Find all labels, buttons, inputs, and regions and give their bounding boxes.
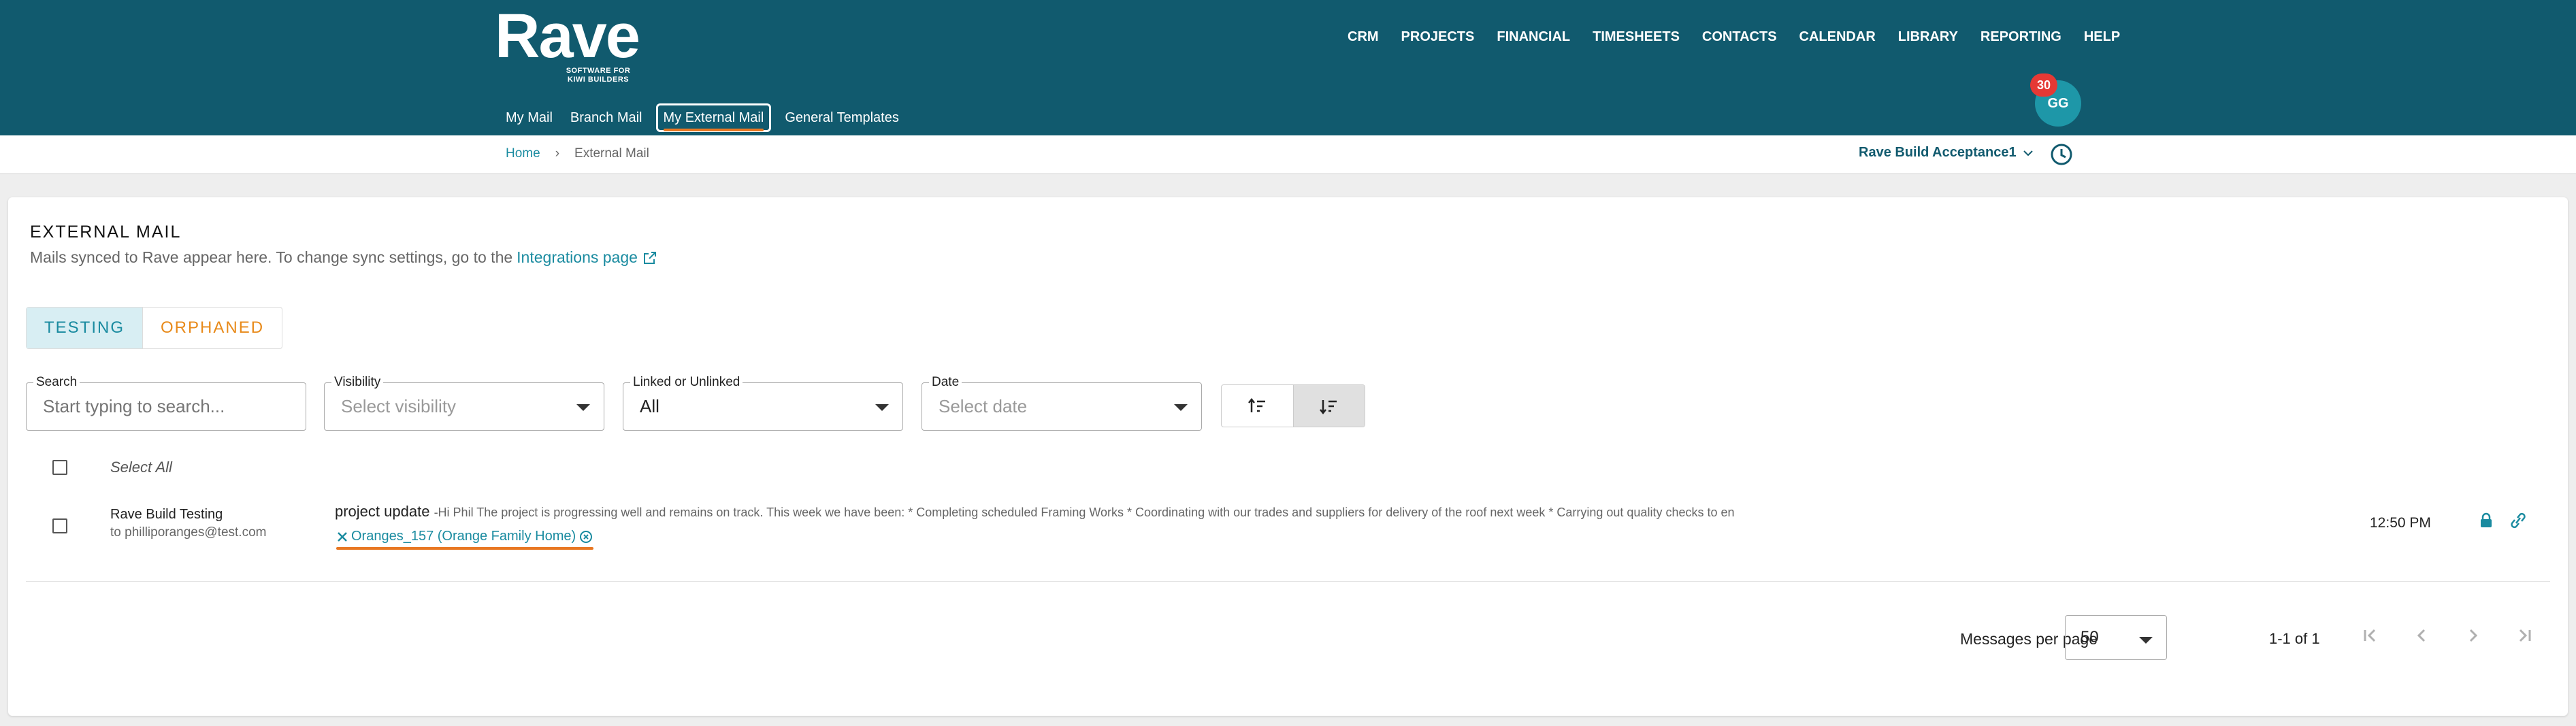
next-page-icon[interactable] bbox=[2462, 625, 2484, 646]
page-subtitle: Mails synced to Rave appear here. To cha… bbox=[30, 248, 658, 267]
mailbox-tabs: TESTING ORPHANED bbox=[26, 307, 283, 349]
logo-tagline-2: KIWI BUILDERS bbox=[567, 76, 630, 84]
notification-badge[interactable]: 30 bbox=[2030, 73, 2057, 97]
mail-subject-line[interactable]: project update -Hi Phil The project is p… bbox=[335, 503, 1735, 521]
mail-sender: Rave Build Testing bbox=[110, 507, 223, 522]
search-field: Search bbox=[26, 375, 306, 431]
tab-my-external-mail[interactable]: My External Mail bbox=[655, 103, 772, 132]
caret-down-icon bbox=[576, 404, 590, 411]
external-link-icon[interactable] bbox=[642, 250, 658, 266]
breadcrumb-bar: Home › External Mail Rave Build Acceptan… bbox=[0, 135, 2576, 174]
unlink-icon[interactable] bbox=[578, 529, 593, 544]
search-input[interactable] bbox=[43, 396, 266, 417]
nav-calendar[interactable]: CALENDAR bbox=[1799, 27, 1876, 46]
tab-general-templates[interactable]: General Templates bbox=[785, 108, 899, 127]
caret-down-icon bbox=[1174, 404, 1188, 411]
select-all-label: Select All bbox=[110, 459, 172, 476]
messages-per-page-select[interactable]: 50 bbox=[2065, 615, 2167, 660]
top-header: Rave SOFTWARE FOR KIWI BUILDERS CRM PROJ… bbox=[0, 0, 2576, 135]
chevron-right-icon: › bbox=[555, 146, 560, 161]
messages-per-page-value: 50 bbox=[2081, 628, 2099, 646]
first-page-icon[interactable] bbox=[2359, 625, 2381, 646]
logo-tagline: SOFTWARE FOR KIWI BUILDERS bbox=[564, 67, 632, 84]
mail-recipient: to philliporanges@test.com bbox=[110, 525, 267, 540]
nav-contacts[interactable]: CONTACTS bbox=[1702, 27, 1777, 46]
caret-down-icon bbox=[2139, 637, 2153, 644]
sort-toggle bbox=[1221, 384, 1365, 427]
sort-ascending-icon bbox=[1248, 397, 1265, 412]
nav-library[interactable]: LIBRARY bbox=[1898, 27, 1958, 46]
visibility-value: Select visibility bbox=[341, 396, 457, 416]
sort-ascending-button[interactable] bbox=[1222, 385, 1293, 427]
logo-wordmark: Rave bbox=[495, 1, 640, 71]
chevron-down-icon bbox=[2023, 150, 2033, 156]
subtitle-text: Mails synced to Rave appear here. To cha… bbox=[30, 248, 513, 266]
linked-value: All bbox=[640, 396, 659, 416]
sort-descending-icon bbox=[1320, 399, 1337, 414]
linked-select[interactable]: Linked or Unlinked All bbox=[623, 375, 903, 431]
last-page-icon[interactable] bbox=[2514, 625, 2536, 646]
date-label: Date bbox=[929, 375, 962, 390]
company-name: Rave Build Acceptance1 bbox=[1859, 145, 2017, 160]
tab-branch-mail[interactable]: Branch Mail bbox=[570, 108, 642, 127]
breadcrumb-current: External Mail bbox=[574, 146, 649, 161]
date-value: Select date bbox=[939, 396, 1028, 416]
mail-subject: project update bbox=[335, 503, 430, 520]
link-icon[interactable] bbox=[2508, 512, 2528, 529]
caret-down-icon bbox=[875, 404, 889, 411]
tab-orphaned[interactable]: ORPHANED bbox=[142, 308, 282, 348]
breadcrumb: Home › External Mail bbox=[506, 146, 649, 161]
sort-descending-button[interactable] bbox=[1293, 385, 1365, 427]
nav-crm[interactable]: CRM bbox=[1348, 27, 1379, 46]
tab-testing[interactable]: TESTING bbox=[27, 308, 143, 348]
page-title: EXTERNAL MAIL bbox=[30, 222, 182, 242]
select-all-checkbox[interactable] bbox=[52, 460, 67, 475]
nav-reporting[interactable]: REPORTING bbox=[1980, 27, 2061, 46]
tools-icon bbox=[338, 531, 347, 542]
company-selector[interactable]: Rave Build Acceptance1 bbox=[1859, 145, 2033, 161]
rave-logo[interactable]: Rave SOFTWARE FOR KIWI BUILDERS bbox=[495, 1, 640, 84]
linked-project-name: Oranges_157 (Orange Family Home) bbox=[351, 529, 576, 544]
breadcrumb-home[interactable]: Home bbox=[506, 146, 540, 161]
mail-time: 12:50 PM bbox=[2370, 515, 2431, 531]
logo-tagline-1: SOFTWARE FOR bbox=[566, 67, 631, 75]
nav-timesheets[interactable]: TIMESHEETS bbox=[1593, 27, 1680, 46]
previous-page-icon[interactable] bbox=[2411, 625, 2432, 646]
linked-project-chip[interactable]: Oranges_157 (Orange Family Home) bbox=[336, 529, 594, 550]
external-mail-card: EXTERNAL MAIL Mails synced to Rave appea… bbox=[8, 197, 2568, 716]
nav-help[interactable]: HELP bbox=[2084, 27, 2120, 46]
mail-nav: My Mail Branch Mail My External Mail Gen… bbox=[506, 103, 899, 132]
search-label: Search bbox=[33, 375, 80, 390]
mail-preview: -Hi Phil The project is progressing well… bbox=[434, 506, 1735, 519]
lock-icon[interactable] bbox=[2477, 512, 2495, 529]
main-nav: CRM PROJECTS FINANCIAL TIMESHEETS CONTAC… bbox=[1348, 27, 2120, 46]
visibility-select[interactable]: Visibility Select visibility bbox=[324, 375, 604, 431]
nav-financial[interactable]: FINANCIAL bbox=[1497, 27, 1570, 46]
list-divider bbox=[26, 581, 2550, 582]
visibility-label: Visibility bbox=[331, 375, 384, 390]
row-checkbox[interactable] bbox=[52, 518, 67, 533]
clock-icon[interactable] bbox=[2049, 142, 2074, 167]
linked-label: Linked or Unlinked bbox=[630, 375, 743, 390]
tab-my-mail[interactable]: My Mail bbox=[506, 108, 553, 127]
date-select[interactable]: Date Select date bbox=[922, 375, 1202, 431]
nav-projects[interactable]: PROJECTS bbox=[1401, 27, 1475, 46]
pagination-range: 1-1 of 1 bbox=[2269, 630, 2320, 647]
integrations-link[interactable]: Integrations page bbox=[517, 248, 638, 267]
